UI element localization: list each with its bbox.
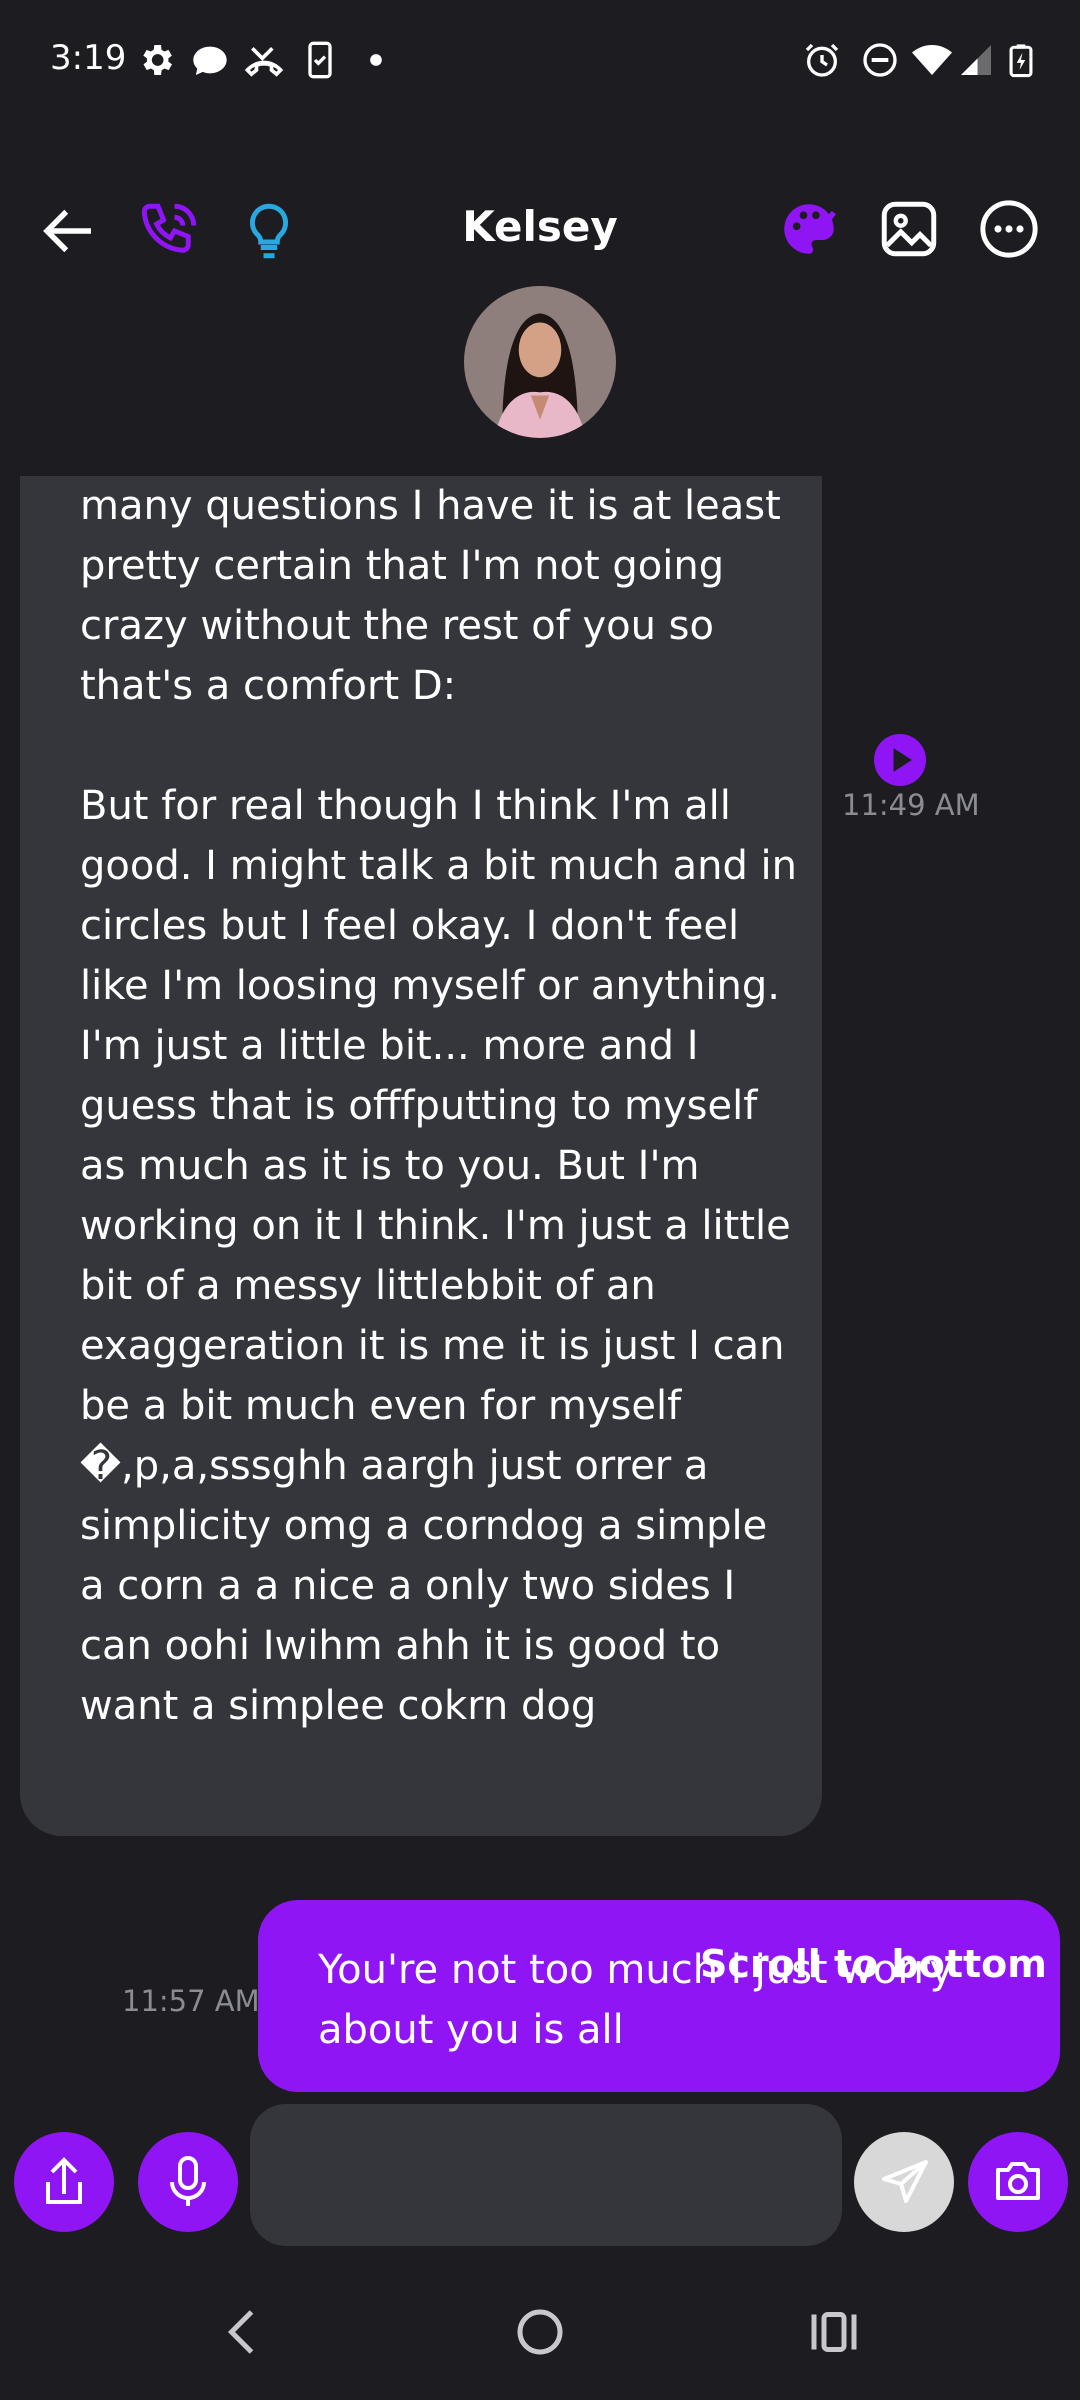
nav-home-icon[interactable]: [510, 2302, 570, 2362]
contact-avatar[interactable]: [464, 286, 616, 438]
back-arrow-icon[interactable]: [36, 198, 102, 264]
wifi-icon: [910, 40, 954, 80]
message-list[interactable]: many questions I have it is at least pre…: [0, 476, 1080, 2096]
send-icon[interactable]: [854, 2132, 954, 2232]
status-bar: 3:19: [0, 0, 1080, 126]
signal-icon: [958, 40, 994, 80]
outgoing-message-bubble[interactable]: You're not too much i just worry about y…: [258, 1900, 1060, 2092]
phone-check-icon: [300, 40, 340, 80]
contact-name[interactable]: Kelsey: [340, 202, 740, 251]
lightbulb-icon[interactable]: [236, 198, 302, 264]
play-icon[interactable]: [874, 734, 926, 786]
nav-back-icon[interactable]: [214, 2302, 274, 2362]
palette-icon[interactable]: [776, 196, 842, 262]
missed-call-icon: [244, 40, 284, 80]
nav-recents-icon[interactable]: [804, 2302, 864, 2362]
scroll-to-bottom-button[interactable]: Scroll to bottom: [700, 1942, 1047, 1986]
microphone-icon[interactable]: [138, 2132, 238, 2232]
share-icon[interactable]: [14, 2132, 114, 2232]
incoming-message-text: many questions I have it is at least pre…: [80, 483, 798, 1729]
camera-icon[interactable]: [968, 2132, 1068, 2232]
dot-icon: [356, 40, 396, 80]
do-not-disturb-icon: [860, 40, 900, 80]
alarm-icon: [802, 40, 842, 80]
battery-charging-icon: [1004, 40, 1038, 80]
outgoing-message-time: 11:57 AM: [122, 1984, 260, 2018]
message-input[interactable]: [250, 2104, 842, 2246]
status-time: 3:19: [50, 38, 127, 78]
message-composer: [0, 2104, 1080, 2250]
more-options-icon[interactable]: [976, 196, 1042, 262]
system-nav-bar: [0, 2276, 1080, 2400]
incoming-message-time: 11:49 AM: [842, 788, 980, 822]
chat-header: Kelsey: [0, 180, 1080, 290]
chat-bubble-icon: [190, 40, 230, 80]
gear-icon: [136, 40, 176, 80]
phone-call-icon[interactable]: [136, 198, 202, 264]
incoming-message-bubble[interactable]: many questions I have it is at least pre…: [20, 476, 822, 1836]
image-icon[interactable]: [876, 196, 942, 262]
chat-screen: 3:19 Kelsey many questions I have it is …: [0, 0, 1080, 2400]
